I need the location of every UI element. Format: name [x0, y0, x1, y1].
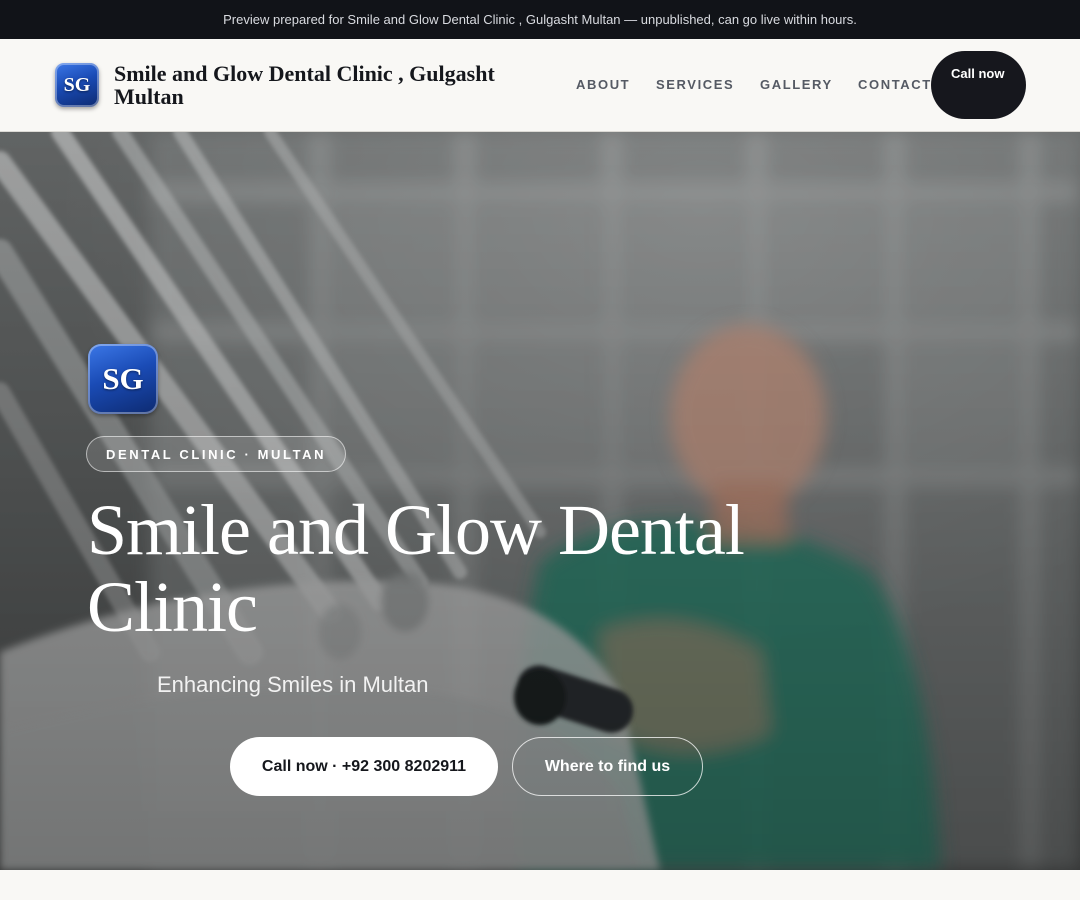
nav-services[interactable]: SERVICES — [656, 77, 734, 92]
hero-title: Smile and Glow Dental Clinic — [87, 490, 745, 647]
nav-about[interactable]: ABOUT — [576, 77, 630, 92]
find-us-button[interactable]: Where to find us — [512, 737, 703, 796]
hero-logo-icon: SG — [88, 344, 158, 414]
preview-banner: Preview prepared for Smile and Glow Dent… — [0, 0, 1080, 39]
nav-contact[interactable]: CONTACT — [858, 77, 932, 92]
hero-tag: DENTAL CLINIC · MULTAN — [86, 436, 347, 472]
hero-subtitle: Enhancing Smiles in Multan — [157, 672, 429, 697]
logo-icon[interactable]: SG — [55, 63, 99, 107]
header-call-button[interactable]: Call now — [931, 51, 1026, 119]
call-now-button[interactable]: Call now · +92 300 8202911 — [230, 737, 498, 796]
hero-section: SG DENTAL CLINIC · MULTAN Smile and Glow… — [0, 132, 1080, 870]
brand-name[interactable]: Smile and Glow Dental Clinic , Gulgasht … — [114, 62, 534, 108]
next-section — [0, 870, 1080, 900]
site-header: SG Smile and Glow Dental Clinic , Gulgas… — [0, 39, 1080, 132]
nav-gallery[interactable]: GALLERY — [760, 77, 833, 92]
